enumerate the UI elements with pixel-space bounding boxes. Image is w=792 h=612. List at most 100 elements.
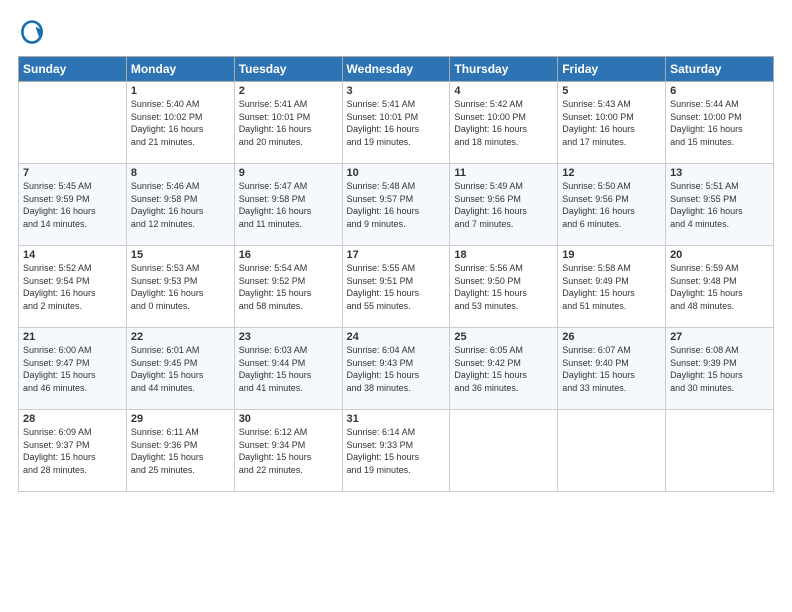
day-number: 3 bbox=[347, 85, 446, 97]
calendar-cell: 11Sunrise: 5:49 AM Sunset: 9:56 PM Dayli… bbox=[450, 164, 558, 246]
calendar-cell: 23Sunrise: 6:03 AM Sunset: 9:44 PM Dayli… bbox=[234, 328, 342, 410]
calendar-cell: 2Sunrise: 5:41 AM Sunset: 10:01 PM Dayli… bbox=[234, 82, 342, 164]
calendar-cell: 17Sunrise: 5:55 AM Sunset: 9:51 PM Dayli… bbox=[342, 246, 450, 328]
cell-content: Sunrise: 6:03 AM Sunset: 9:44 PM Dayligh… bbox=[239, 344, 338, 394]
logo bbox=[18, 18, 50, 46]
cell-content: Sunrise: 5:44 AM Sunset: 10:00 PM Daylig… bbox=[670, 98, 769, 148]
calendar-cell: 13Sunrise: 5:51 AM Sunset: 9:55 PM Dayli… bbox=[666, 164, 774, 246]
cell-content: Sunrise: 6:11 AM Sunset: 9:36 PM Dayligh… bbox=[131, 426, 230, 476]
calendar-cell: 20Sunrise: 5:59 AM Sunset: 9:48 PM Dayli… bbox=[666, 246, 774, 328]
cell-content: Sunrise: 5:47 AM Sunset: 9:58 PM Dayligh… bbox=[239, 180, 338, 230]
calendar-cell: 26Sunrise: 6:07 AM Sunset: 9:40 PM Dayli… bbox=[558, 328, 666, 410]
day-number: 6 bbox=[670, 85, 769, 97]
day-number: 1 bbox=[131, 85, 230, 97]
cell-content: Sunrise: 5:50 AM Sunset: 9:56 PM Dayligh… bbox=[562, 180, 661, 230]
week-row-1: 7Sunrise: 5:45 AM Sunset: 9:59 PM Daylig… bbox=[19, 164, 774, 246]
day-number: 2 bbox=[239, 85, 338, 97]
cell-content: Sunrise: 6:00 AM Sunset: 9:47 PM Dayligh… bbox=[23, 344, 122, 394]
logo-icon bbox=[18, 18, 46, 46]
cell-content: Sunrise: 5:49 AM Sunset: 9:56 PM Dayligh… bbox=[454, 180, 553, 230]
cell-content: Sunrise: 6:09 AM Sunset: 9:37 PM Dayligh… bbox=[23, 426, 122, 476]
calendar-cell: 27Sunrise: 6:08 AM Sunset: 9:39 PM Dayli… bbox=[666, 328, 774, 410]
day-number: 17 bbox=[347, 249, 446, 261]
day-number: 19 bbox=[562, 249, 661, 261]
calendar-cell: 28Sunrise: 6:09 AM Sunset: 9:37 PM Dayli… bbox=[19, 410, 127, 492]
cell-content: Sunrise: 6:07 AM Sunset: 9:40 PM Dayligh… bbox=[562, 344, 661, 394]
calendar-cell: 3Sunrise: 5:41 AM Sunset: 10:01 PM Dayli… bbox=[342, 82, 450, 164]
header-tuesday: Tuesday bbox=[234, 57, 342, 82]
cell-content: Sunrise: 5:56 AM Sunset: 9:50 PM Dayligh… bbox=[454, 262, 553, 312]
cell-content: Sunrise: 5:45 AM Sunset: 9:59 PM Dayligh… bbox=[23, 180, 122, 230]
header-monday: Monday bbox=[126, 57, 234, 82]
header-sunday: Sunday bbox=[19, 57, 127, 82]
day-number: 27 bbox=[670, 331, 769, 343]
calendar-cell: 1Sunrise: 5:40 AM Sunset: 10:02 PM Dayli… bbox=[126, 82, 234, 164]
calendar-cell: 15Sunrise: 5:53 AM Sunset: 9:53 PM Dayli… bbox=[126, 246, 234, 328]
day-number: 12 bbox=[562, 167, 661, 179]
header-wednesday: Wednesday bbox=[342, 57, 450, 82]
day-number: 9 bbox=[239, 167, 338, 179]
week-row-3: 21Sunrise: 6:00 AM Sunset: 9:47 PM Dayli… bbox=[19, 328, 774, 410]
cell-content: Sunrise: 5:42 AM Sunset: 10:00 PM Daylig… bbox=[454, 98, 553, 148]
day-number: 24 bbox=[347, 331, 446, 343]
calendar-cell: 12Sunrise: 5:50 AM Sunset: 9:56 PM Dayli… bbox=[558, 164, 666, 246]
calendar-cell: 7Sunrise: 5:45 AM Sunset: 9:59 PM Daylig… bbox=[19, 164, 127, 246]
day-number: 22 bbox=[131, 331, 230, 343]
cell-content: Sunrise: 6:12 AM Sunset: 9:34 PM Dayligh… bbox=[239, 426, 338, 476]
calendar-cell: 18Sunrise: 5:56 AM Sunset: 9:50 PM Dayli… bbox=[450, 246, 558, 328]
day-number: 4 bbox=[454, 85, 553, 97]
header-row: SundayMondayTuesdayWednesdayThursdayFrid… bbox=[19, 57, 774, 82]
cell-content: Sunrise: 6:14 AM Sunset: 9:33 PM Dayligh… bbox=[347, 426, 446, 476]
day-number: 16 bbox=[239, 249, 338, 261]
calendar-cell bbox=[666, 410, 774, 492]
day-number: 23 bbox=[239, 331, 338, 343]
day-number: 28 bbox=[23, 413, 122, 425]
cell-content: Sunrise: 6:04 AM Sunset: 9:43 PM Dayligh… bbox=[347, 344, 446, 394]
day-number: 15 bbox=[131, 249, 230, 261]
cell-content: Sunrise: 5:41 AM Sunset: 10:01 PM Daylig… bbox=[239, 98, 338, 148]
cell-content: Sunrise: 5:40 AM Sunset: 10:02 PM Daylig… bbox=[131, 98, 230, 148]
cell-content: Sunrise: 6:08 AM Sunset: 9:39 PM Dayligh… bbox=[670, 344, 769, 394]
day-number: 5 bbox=[562, 85, 661, 97]
cell-content: Sunrise: 5:59 AM Sunset: 9:48 PM Dayligh… bbox=[670, 262, 769, 312]
cell-content: Sunrise: 5:46 AM Sunset: 9:58 PM Dayligh… bbox=[131, 180, 230, 230]
calendar-cell: 21Sunrise: 6:00 AM Sunset: 9:47 PM Dayli… bbox=[19, 328, 127, 410]
day-number: 18 bbox=[454, 249, 553, 261]
day-number: 14 bbox=[23, 249, 122, 261]
header-thursday: Thursday bbox=[450, 57, 558, 82]
calendar-cell: 25Sunrise: 6:05 AM Sunset: 9:42 PM Dayli… bbox=[450, 328, 558, 410]
day-number: 31 bbox=[347, 413, 446, 425]
day-number: 10 bbox=[347, 167, 446, 179]
cell-content: Sunrise: 5:53 AM Sunset: 9:53 PM Dayligh… bbox=[131, 262, 230, 312]
calendar-cell bbox=[558, 410, 666, 492]
day-number: 29 bbox=[131, 413, 230, 425]
calendar-cell: 9Sunrise: 5:47 AM Sunset: 9:58 PM Daylig… bbox=[234, 164, 342, 246]
week-row-4: 28Sunrise: 6:09 AM Sunset: 9:37 PM Dayli… bbox=[19, 410, 774, 492]
calendar-cell: 19Sunrise: 5:58 AM Sunset: 9:49 PM Dayli… bbox=[558, 246, 666, 328]
day-number: 20 bbox=[670, 249, 769, 261]
header-friday: Friday bbox=[558, 57, 666, 82]
cell-content: Sunrise: 5:51 AM Sunset: 9:55 PM Dayligh… bbox=[670, 180, 769, 230]
day-number: 7 bbox=[23, 167, 122, 179]
cell-content: Sunrise: 5:54 AM Sunset: 9:52 PM Dayligh… bbox=[239, 262, 338, 312]
calendar-table: SundayMondayTuesdayWednesdayThursdayFrid… bbox=[18, 56, 774, 492]
cell-content: Sunrise: 5:52 AM Sunset: 9:54 PM Dayligh… bbox=[23, 262, 122, 312]
cell-content: Sunrise: 5:43 AM Sunset: 10:00 PM Daylig… bbox=[562, 98, 661, 148]
calendar-header: SundayMondayTuesdayWednesdayThursdayFrid… bbox=[19, 57, 774, 82]
header-saturday: Saturday bbox=[666, 57, 774, 82]
cell-content: Sunrise: 6:01 AM Sunset: 9:45 PM Dayligh… bbox=[131, 344, 230, 394]
day-number: 11 bbox=[454, 167, 553, 179]
page: SundayMondayTuesdayWednesdayThursdayFrid… bbox=[0, 0, 792, 504]
calendar-cell: 22Sunrise: 6:01 AM Sunset: 9:45 PM Dayli… bbox=[126, 328, 234, 410]
calendar-cell: 10Sunrise: 5:48 AM Sunset: 9:57 PM Dayli… bbox=[342, 164, 450, 246]
calendar-cell: 24Sunrise: 6:04 AM Sunset: 9:43 PM Dayli… bbox=[342, 328, 450, 410]
day-number: 8 bbox=[131, 167, 230, 179]
cell-content: Sunrise: 5:58 AM Sunset: 9:49 PM Dayligh… bbox=[562, 262, 661, 312]
cell-content: Sunrise: 5:41 AM Sunset: 10:01 PM Daylig… bbox=[347, 98, 446, 148]
calendar-body: 1Sunrise: 5:40 AM Sunset: 10:02 PM Dayli… bbox=[19, 82, 774, 492]
cell-content: Sunrise: 5:48 AM Sunset: 9:57 PM Dayligh… bbox=[347, 180, 446, 230]
week-row-2: 14Sunrise: 5:52 AM Sunset: 9:54 PM Dayli… bbox=[19, 246, 774, 328]
cell-content: Sunrise: 5:55 AM Sunset: 9:51 PM Dayligh… bbox=[347, 262, 446, 312]
cell-content: Sunrise: 6:05 AM Sunset: 9:42 PM Dayligh… bbox=[454, 344, 553, 394]
calendar-cell: 5Sunrise: 5:43 AM Sunset: 10:00 PM Dayli… bbox=[558, 82, 666, 164]
